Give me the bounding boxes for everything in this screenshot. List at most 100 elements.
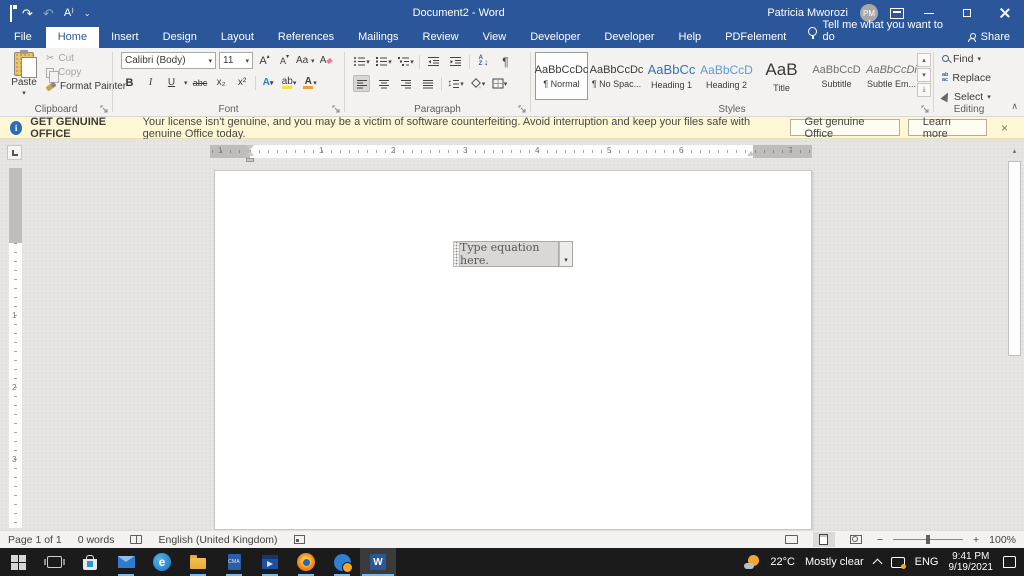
- weather-desc[interactable]: Mostly clear: [805, 556, 864, 568]
- mail-button[interactable]: [108, 548, 144, 576]
- restore-button[interactable]: [954, 3, 980, 23]
- paste-dropdown-icon[interactable]: ▾: [22, 89, 26, 97]
- paste-button[interactable]: Paste ▾: [6, 50, 42, 110]
- style-heading2[interactable]: AaBbCcD Heading 2: [700, 52, 753, 100]
- edge-button[interactable]: e: [144, 548, 180, 576]
- equation-placeholder[interactable]: Type equation here. ▾: [453, 241, 573, 267]
- notification-monitor-icon[interactable]: [890, 556, 906, 569]
- task-view-button[interactable]: [36, 548, 72, 576]
- grow-font-button[interactable]: A ▴: [256, 52, 273, 69]
- shading-button[interactable]: ▾: [469, 75, 486, 92]
- underline-button[interactable]: U: [163, 74, 180, 91]
- firefox-button[interactable]: [288, 548, 324, 576]
- show-marks-button[interactable]: ¶: [497, 53, 514, 70]
- align-left-button[interactable]: [353, 75, 370, 92]
- text-effects-button[interactable]: A ▾: [260, 74, 277, 91]
- language-indicator[interactable]: English (United Kingdom): [158, 534, 277, 546]
- styles-scroll-down-icon[interactable]: ▾: [917, 68, 931, 82]
- font-size-combo[interactable]: 11 ▾: [219, 52, 253, 69]
- numbering-button[interactable]: ▾: [375, 53, 392, 70]
- store-button[interactable]: [72, 548, 108, 576]
- macro-recording-icon[interactable]: [293, 535, 305, 544]
- print-layout-button[interactable]: [812, 532, 835, 547]
- word-taskbar-button[interactable]: W: [360, 548, 396, 576]
- tab-pdfelement[interactable]: PDFelement: [713, 27, 798, 48]
- tab-view[interactable]: View: [471, 27, 519, 48]
- read-mode-button[interactable]: [781, 532, 803, 547]
- tab-developer-1[interactable]: Developer: [518, 27, 592, 48]
- style-normal[interactable]: AaBbCcDc ¶ Normal: [535, 52, 588, 100]
- share-button[interactable]: Share: [954, 27, 1024, 48]
- change-case-button[interactable]: Aa ▾: [296, 52, 315, 69]
- font-dialog-launcher-icon[interactable]: [331, 104, 341, 114]
- sort-button[interactable]: AZ ↓: [475, 53, 492, 70]
- tell-me-box[interactable]: Tell me what you want to do: [798, 15, 953, 48]
- line-spacing-button[interactable]: ↕ ▾: [447, 75, 464, 92]
- equation-text[interactable]: Type equation here.: [460, 241, 559, 267]
- close-button[interactable]: [992, 3, 1018, 23]
- tab-review[interactable]: Review: [411, 27, 471, 48]
- action-center-icon[interactable]: [1003, 556, 1016, 568]
- left-indent-marker[interactable]: [246, 158, 254, 162]
- collapse-ribbon-icon[interactable]: ∧: [1011, 101, 1018, 112]
- get-genuine-office-button[interactable]: Get genuine Office: [789, 116, 900, 140]
- tab-references[interactable]: References: [266, 27, 346, 48]
- cma-app-button[interactable]: CMA: [216, 548, 252, 576]
- increase-indent-button[interactable]: [447, 53, 464, 70]
- vertical-ruler[interactable]: 1 2 3: [9, 168, 22, 528]
- select-button[interactable]: Select ▾: [940, 88, 1004, 105]
- read-aloud-icon[interactable]: A⁾: [64, 7, 74, 19]
- tab-stop-selector[interactable]: [7, 145, 22, 160]
- language-switcher[interactable]: ENG: [915, 556, 939, 568]
- tab-file[interactable]: File: [0, 27, 46, 48]
- file-explorer-button[interactable]: [180, 548, 216, 576]
- style-subtitle[interactable]: AaBbCcD Subtitle: [810, 52, 863, 100]
- clipboard-dialog-launcher-icon[interactable]: [99, 104, 109, 114]
- paragraph-dialog-launcher-icon[interactable]: [517, 104, 527, 114]
- weather-temp[interactable]: 22°C: [770, 556, 795, 568]
- weather-icon[interactable]: [744, 555, 760, 569]
- justify-button[interactable]: [419, 75, 436, 92]
- italic-button[interactable]: I: [142, 74, 159, 91]
- show-hidden-icons-icon[interactable]: [872, 558, 883, 569]
- equation-dropdown-icon[interactable]: ▾: [559, 241, 573, 267]
- undo-icon[interactable]: ↶: [43, 7, 54, 20]
- save-icon[interactable]: [10, 4, 12, 22]
- styles-dialog-launcher-icon[interactable]: [920, 104, 930, 114]
- superscript-button[interactable]: x²: [234, 74, 251, 91]
- tab-design[interactable]: Design: [151, 27, 209, 48]
- borders-button[interactable]: ▾: [491, 75, 508, 92]
- shrink-font-button[interactable]: A ▾: [276, 52, 293, 69]
- customize-qat-icon[interactable]: ⌄: [84, 9, 91, 18]
- underline-dropdown-icon[interactable]: ▾: [184, 79, 188, 87]
- tab-insert[interactable]: Insert: [99, 27, 151, 48]
- font-family-combo[interactable]: Calibri (Body) ▾: [121, 52, 216, 69]
- document-page[interactable]: Type equation here. ▾: [214, 170, 812, 530]
- first-line-indent-marker[interactable]: [246, 145, 254, 150]
- start-button[interactable]: [0, 548, 36, 576]
- horizontal-ruler[interactable]: 1 1 2 3 4 5 6 7: [210, 145, 812, 162]
- scrollbar-thumb[interactable]: [1008, 161, 1021, 356]
- highlight-button[interactable]: ab ▾: [281, 74, 298, 91]
- align-center-button[interactable]: [375, 75, 392, 92]
- proofing-icon[interactable]: [130, 535, 143, 544]
- equation-handle[interactable]: [453, 241, 460, 267]
- strikethrough-button[interactable]: abc: [192, 74, 209, 91]
- styles-gallery-more-icon[interactable]: ⤓: [917, 83, 931, 97]
- tab-help[interactable]: Help: [667, 27, 714, 48]
- multilevel-list-button[interactable]: ▾: [397, 53, 414, 70]
- styles-scroll-up-icon[interactable]: ▴: [917, 53, 931, 67]
- tab-layout[interactable]: Layout: [209, 27, 266, 48]
- decrease-indent-button[interactable]: [425, 53, 442, 70]
- alarms-clock-button[interactable]: [324, 548, 360, 576]
- zoom-in-button[interactable]: +: [973, 534, 979, 546]
- vertical-scrollbar[interactable]: ▴: [1007, 143, 1023, 529]
- right-indent-marker[interactable]: [747, 151, 755, 156]
- movies-tv-button[interactable]: [252, 548, 288, 576]
- bullets-button[interactable]: ▾: [353, 53, 370, 70]
- page-indicator[interactable]: Page 1 of 1: [8, 534, 62, 546]
- hanging-indent-marker[interactable]: [246, 151, 254, 156]
- style-no-spacing[interactable]: AaBbCcDc ¶ No Spac...: [590, 52, 644, 100]
- tab-home[interactable]: Home: [45, 27, 100, 48]
- style-subtle-emphasis[interactable]: AaBbCcDi Subtle Em...: [865, 52, 918, 100]
